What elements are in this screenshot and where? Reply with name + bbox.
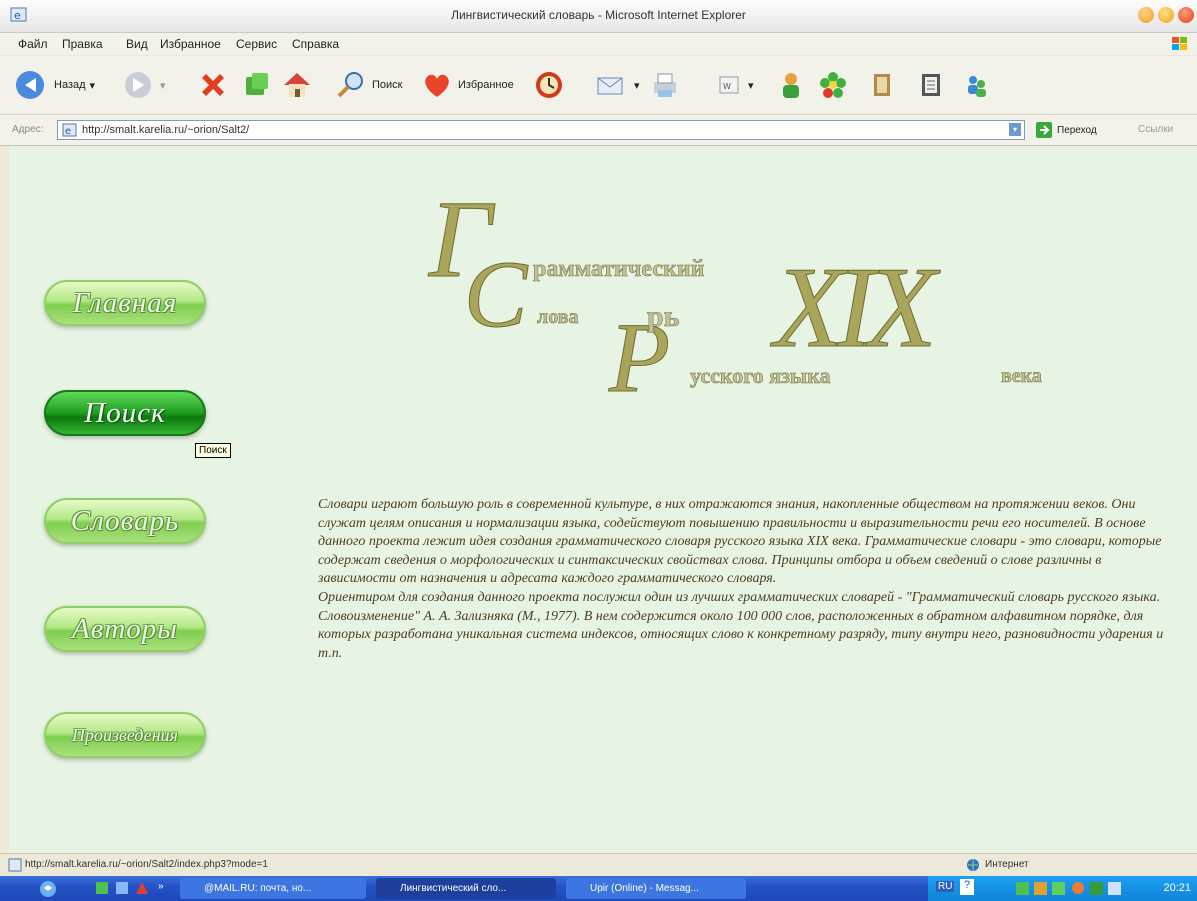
address-dropdown-icon[interactable]: ▾ bbox=[1009, 123, 1021, 136]
nav-button-search[interactable]: Поиск bbox=[44, 390, 206, 436]
site-logo: Г С Р XIX рамматический лова рь усского … bbox=[428, 178, 1043, 414]
minimize-button[interactable] bbox=[1138, 7, 1154, 23]
page-icon: e bbox=[62, 123, 77, 137]
taskbar-item-ie[interactable]: Лингвистический сло... bbox=[376, 878, 556, 899]
chevron-down-icon[interactable]: ▾ bbox=[90, 79, 96, 92]
tray-icons[interactable] bbox=[1012, 880, 1142, 897]
close-button[interactable] bbox=[1178, 7, 1194, 23]
status-url: http://smalt.karelia.ru/~orion/Salt2/ind… bbox=[25, 859, 268, 870]
nav-button-authors[interactable]: Авторы bbox=[44, 606, 206, 652]
title-bar: e Лингвистический словарь - Microsoft In… bbox=[0, 0, 1197, 33]
back-arrow-icon bbox=[16, 71, 44, 99]
start-icon[interactable] bbox=[38, 879, 58, 899]
logo-line4: века bbox=[1001, 365, 1042, 387]
logo-line1: рамматический bbox=[533, 256, 705, 282]
history-icon[interactable] bbox=[532, 68, 566, 102]
users-icon[interactable] bbox=[960, 68, 994, 102]
system-tray: RU ? 20:21 bbox=[928, 876, 1197, 901]
address-label: Адрес: bbox=[12, 124, 44, 135]
quicklaunch-chevron-icon[interactable]: » bbox=[158, 881, 164, 892]
browser-toolbar: Назад ▾ ▾ Поиск Избранное ▾ W ▾ bbox=[0, 56, 1197, 115]
address-bar: Адрес: e http://smalt.karelia.ru/~orion/… bbox=[0, 115, 1197, 146]
windows-logo-icon bbox=[1172, 37, 1187, 50]
menu-favorites[interactable]: Избранное bbox=[160, 37, 221, 51]
links-label[interactable]: Ссылки bbox=[1138, 124, 1173, 135]
research-book-icon[interactable] bbox=[866, 68, 900, 102]
taskbar-item-messenger[interactable]: Upir (Online) - Messag... bbox=[566, 878, 746, 899]
status-zone: Интернет bbox=[985, 859, 1029, 870]
intro-text: Словари играют большую роль в современно… bbox=[318, 496, 1178, 663]
logo-roman: XIX bbox=[770, 244, 941, 371]
menu-tools[interactable]: Сервис bbox=[236, 37, 277, 51]
svg-text:e: e bbox=[65, 126, 71, 137]
mail-icon bbox=[597, 77, 623, 95]
messenger-icon[interactable] bbox=[774, 68, 808, 102]
menu-bar: Файл Правка Вид Избранное Сервис Справка bbox=[0, 33, 1197, 55]
status-bar: http://smalt.karelia.ru/~orion/Salt2/ind… bbox=[0, 853, 1197, 876]
internet-zone-icon bbox=[967, 859, 979, 871]
intro-paragraph-2: Ориентиром для создания данного проекта … bbox=[318, 589, 1164, 661]
window-title: Лингвистический словарь - Microsoft Inte… bbox=[451, 8, 746, 22]
back-button[interactable]: Назад ▾ bbox=[14, 68, 95, 102]
go-arrow-icon bbox=[1036, 122, 1052, 138]
home-icon[interactable] bbox=[280, 68, 314, 102]
chevron-down-icon[interactable]: ▾ bbox=[160, 79, 166, 92]
search-tooltip: Поиск bbox=[195, 443, 231, 458]
clock: 20:21 bbox=[1163, 882, 1191, 894]
edit-button[interactable]: W ▾ bbox=[714, 68, 754, 102]
address-input[interactable]: e http://smalt.karelia.ru/~orion/Salt2/ … bbox=[57, 120, 1025, 140]
nav-button-home[interactable]: Главная bbox=[44, 280, 206, 326]
forward-button[interactable]: ▾ bbox=[122, 68, 166, 102]
favorites-button[interactable]: Избранное bbox=[420, 68, 514, 102]
forward-arrow-icon bbox=[125, 72, 151, 98]
menu-file[interactable]: Файл bbox=[18, 37, 48, 51]
page-status-icon bbox=[8, 858, 22, 872]
refresh-icon[interactable] bbox=[240, 68, 274, 102]
intro-paragraph-1: Словари играют большую роль в современно… bbox=[318, 497, 1162, 587]
notes-icon[interactable] bbox=[914, 68, 948, 102]
page-content: Главная Поиск Поиск Словарь Авторы Произ… bbox=[9, 146, 1197, 852]
logo-big-c: С bbox=[464, 241, 529, 347]
chevron-down-icon[interactable]: ▾ bbox=[634, 79, 640, 92]
taskbar: » @MAIL.RU: почта, но... Лингвистический… bbox=[0, 876, 1197, 901]
menu-help[interactable]: Справка bbox=[292, 37, 339, 51]
menu-edit[interactable]: Правка bbox=[62, 37, 103, 51]
nav-button-works[interactable]: Произведения bbox=[44, 712, 206, 758]
language-indicator[interactable]: RU bbox=[936, 881, 955, 892]
maximize-button[interactable] bbox=[1158, 7, 1174, 23]
print-icon[interactable] bbox=[648, 68, 682, 102]
menu-view[interactable]: Вид bbox=[126, 37, 148, 51]
quicklaunch-icon[interactable] bbox=[94, 880, 110, 896]
search-button[interactable]: Поиск bbox=[334, 68, 402, 102]
svg-text:W: W bbox=[723, 82, 731, 91]
stop-icon[interactable] bbox=[196, 68, 230, 102]
logo-line3: усского языка bbox=[690, 363, 830, 388]
mail-button[interactable]: ▾ bbox=[594, 68, 640, 102]
go-button[interactable]: Переход bbox=[1035, 121, 1097, 139]
quicklaunch-icon[interactable] bbox=[114, 880, 130, 896]
search-icon bbox=[337, 72, 363, 98]
chevron-down-icon[interactable]: ▾ bbox=[748, 79, 754, 92]
logo-line2b: рь bbox=[647, 300, 680, 333]
help-tray-icon[interactable]: ? bbox=[960, 879, 974, 895]
icq-flower-icon[interactable] bbox=[816, 68, 850, 102]
nav-button-dictionary[interactable]: Словарь bbox=[44, 498, 206, 544]
edit-document-icon: W bbox=[719, 76, 739, 94]
favorites-heart-icon bbox=[425, 74, 449, 97]
quicklaunch-icon[interactable] bbox=[134, 880, 150, 896]
taskbar-item-mail[interactable]: @MAIL.RU: почта, но... bbox=[180, 878, 366, 899]
logo-line2: лова bbox=[537, 306, 579, 328]
